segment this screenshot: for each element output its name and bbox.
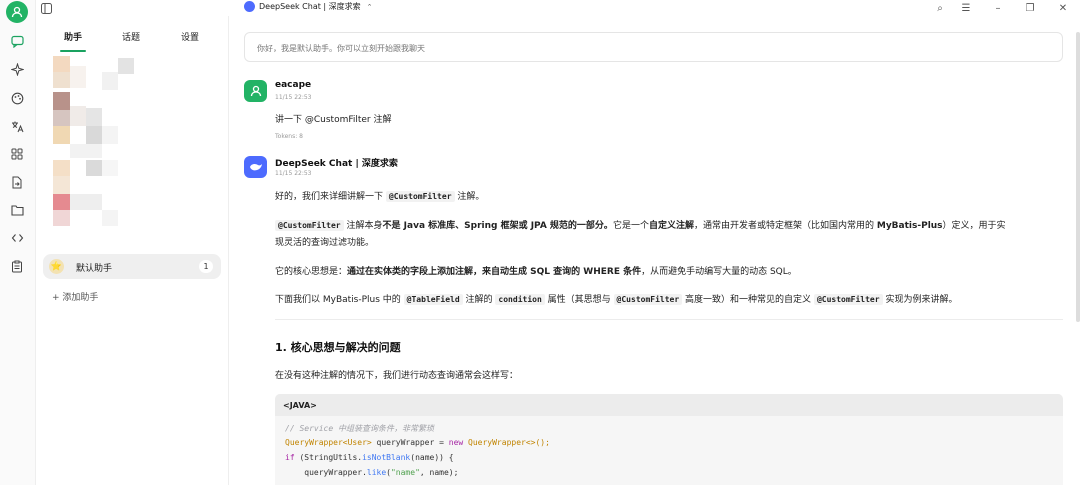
assistant-item-default[interactable]: ⭐ 默认助手 1 <box>43 254 221 279</box>
minimize-icon[interactable]: – <box>990 0 1006 16</box>
search-icon[interactable]: ⌕ <box>932 0 948 16</box>
code-line-3: if (StringUtils.isNotBlank(name)) { <box>285 453 454 462</box>
text-span: ，通常由开发者或特定框架（比如国内常用的 <box>693 221 874 231</box>
inline-code: @CustomFilter <box>275 220 344 231</box>
chat-icon[interactable] <box>8 32 26 50</box>
paragraph-1: 好的，我们来详细讲解一下 @CustomFilter 注解。 <box>275 189 484 202</box>
code-token: new <box>448 438 464 447</box>
text-span: 属性（其思想与 <box>547 295 611 305</box>
text-span: 它是一个 <box>612 221 649 231</box>
paragraph-2-line-1: @CustomFilter 注解本身不是 Java 标准库、Spring 框架或… <box>275 218 1006 231</box>
tab-topics[interactable]: 话题 <box>122 30 140 43</box>
bold-text: MyBatis-Plus <box>876 221 943 231</box>
text-span: 注解的 <box>465 295 493 305</box>
user-avatar[interactable] <box>6 1 28 23</box>
code-token: QueryWrapper<>(); <box>463 438 550 447</box>
inline-code: @CustomFilter <box>813 294 883 305</box>
assistant-name: 默认助手 <box>76 264 113 274</box>
window-title-text: DeepSeek Chat | 深度求索 <box>259 2 361 11</box>
tab-assistants[interactable]: 助手 <box>64 30 82 43</box>
code-token: queryWrapper. <box>285 468 367 477</box>
text-span: 下面我们以 MyBatis-Plus 中的 <box>275 295 401 305</box>
bold-text: 通过在实体类的字段上添加注解，来自动生成 SQL 查询的 WHERE 条件 <box>347 267 642 277</box>
restore-icon[interactable]: ❐ <box>1022 0 1038 16</box>
text-span: 好的，我们来详细讲解一下 <box>275 192 384 202</box>
code-token: QueryWrapper<User> <box>285 438 372 447</box>
system-prompt-box[interactable]: 你好，我是默认助手。你可以立刻开始跟我聊天 <box>244 32 1063 62</box>
inline-code: @TableField <box>403 294 463 305</box>
paragraph-3: 它的核心思想是：通过在实体类的字段上添加注解，来自动生成 SQL 查询的 WHE… <box>275 264 797 277</box>
text-span: 注解。 <box>457 192 485 202</box>
close-icon[interactable]: ✕ <box>1055 0 1071 16</box>
blurred-assistant-list <box>48 56 158 252</box>
code-token: (StringUtils. <box>294 453 363 462</box>
code-token: , name); <box>419 468 459 477</box>
tab-settings[interactable]: 设置 <box>181 30 199 43</box>
translate-icon[interactable] <box>8 117 26 135</box>
deepseek-whale-icon <box>244 156 267 178</box>
app-window: DeepSeek Chat | 深度求索 ⌃ ⌕ ☰ – ❐ ✕ 助手 话题 设… <box>0 0 1080 485</box>
code-icon[interactable] <box>8 229 26 247</box>
code-token: "name" <box>390 468 420 477</box>
code-line-1: // Service 中组装查询条件，非常繁琐 <box>285 423 434 434</box>
text-span: 高度一致）和一种常见的自定义 <box>685 295 812 305</box>
section-heading: 1. 核心思想与解决的问题 <box>275 341 401 354</box>
token-count: Tokens: 8 <box>275 133 303 140</box>
layout-icon[interactable]: ☰ <box>958 0 974 16</box>
code-block-header: <JAVA> <box>275 394 1063 416</box>
palette-icon[interactable] <box>8 89 26 107</box>
code-token: if <box>285 453 295 462</box>
bold-text: 自定义注解 <box>648 221 694 231</box>
text-span: 它的核心思想是： <box>275 267 348 277</box>
user-name: eacape <box>275 80 312 90</box>
assistant-sidebar: 助手 话题 设置 ⭐ 默认助手 1 + 添加助手 <box>36 16 229 485</box>
assistant-timestamp: 11/15 22:53 <box>275 170 312 177</box>
apps-grid-icon[interactable] <box>8 145 26 163</box>
file-transfer-icon[interactable] <box>8 173 26 191</box>
paragraph-5: 在没有这种注解的情况下，我们进行动态查询通常会这样写： <box>275 371 519 381</box>
section-divider <box>275 319 1063 320</box>
chat-main: 你好，我是默认助手。你可以立刻开始跟我聊天 eacape 11/15 22:53… <box>230 16 1080 485</box>
user-timestamp: 11/15 22:53 <box>275 94 312 101</box>
folder-icon[interactable] <box>8 201 26 219</box>
star-icon: ⭐ <box>49 259 64 274</box>
scrollbar-thumb[interactable] <box>1076 32 1080 322</box>
deepseek-logo-icon <box>244 1 255 12</box>
paragraph-4: 下面我们以 MyBatis-Plus 中的 @TableField 注解的 co… <box>275 292 957 305</box>
code-token: isNotBlank <box>362 453 411 462</box>
user-avatar-icon <box>244 80 267 102</box>
code-block: <JAVA> // Service 中组装查询条件，非常繁琐 QueryWrap… <box>275 394 1063 485</box>
code-token: queryWrapper = <box>371 438 449 447</box>
bold-text: 不是 Java 标准库、Spring 框架或 JPA 规范的一部分。 <box>382 221 613 231</box>
window-title[interactable]: DeepSeek Chat | 深度求索 ⌃ <box>244 1 373 12</box>
add-assistant-button[interactable]: + 添加助手 <box>52 290 98 303</box>
sidebar-toggle-icon[interactable] <box>38 0 54 16</box>
prompt-placeholder: 你好，我是默认助手。你可以立刻开始跟我聊天 <box>257 44 425 53</box>
topic-count-badge: 1 <box>199 260 213 273</box>
text-span: 实现为例来讲解。 <box>885 295 958 305</box>
inline-code: @CustomFilter <box>385 191 455 202</box>
code-token: (name)) { <box>410 453 454 462</box>
sidebar-tabs: 助手 话题 设置 <box>36 30 229 52</box>
clipboard-icon[interactable] <box>8 257 26 275</box>
active-tab-underline <box>60 50 86 52</box>
code-language: <JAVA> <box>283 401 317 410</box>
paragraph-2-line-2: 现灵活的查询过滤功能。 <box>275 238 375 248</box>
text-span: 注解本身 <box>346 221 383 231</box>
sparkle-icon[interactable] <box>8 60 26 78</box>
code-token: like <box>366 468 387 477</box>
inline-code: @CustomFilter <box>613 294 683 305</box>
chevron-icon: ⌃ <box>366 2 373 11</box>
user-message-text: 讲一下 @CustomFilter 注解 <box>275 115 392 125</box>
code-line-2: QueryWrapper<User> queryWrapper = new Qu… <box>285 438 550 447</box>
text-span: ）定义，用于实 <box>942 221 1006 231</box>
text-span: ，从而避免手动编写大量的动态 SQL。 <box>641 267 797 277</box>
title-bar: DeepSeek Chat | 深度求索 ⌃ ⌕ ☰ – ❐ ✕ <box>0 0 1080 16</box>
code-comment: // Service 中组装查询条件，非常繁琐 <box>285 424 434 433</box>
icon-rail <box>0 0 36 485</box>
inline-code: condition <box>495 294 545 305</box>
assistant-name-label: DeepSeek Chat | 深度求索 <box>275 159 398 169</box>
code-line-4: queryWrapper.like("name", name); <box>285 468 458 477</box>
